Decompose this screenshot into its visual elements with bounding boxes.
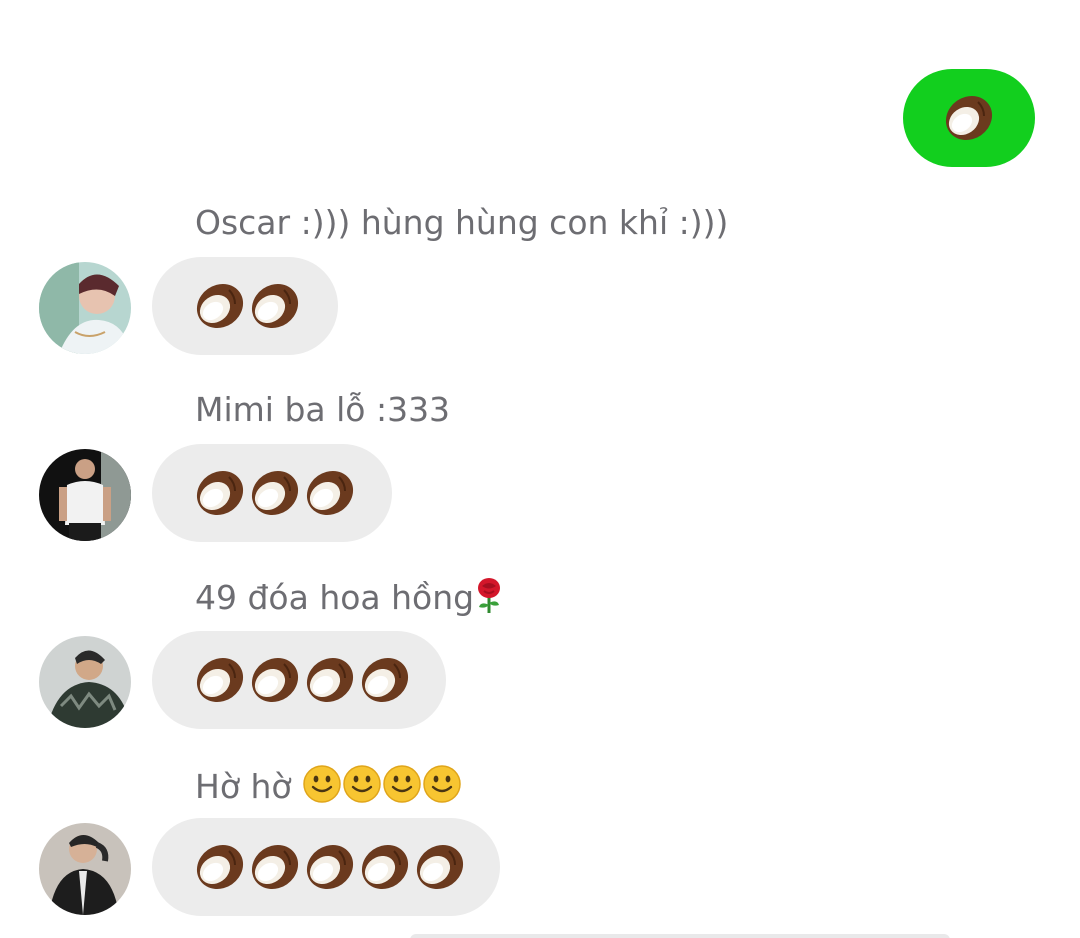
slightly-smiling-face-icon [342,764,382,813]
coconut-icon [358,656,410,704]
sent-message-bubble[interactable] [903,69,1035,167]
sender-avatar[interactable] [39,262,131,354]
slightly-smiling-face-icon [302,764,342,813]
received-message-bubble[interactable] [152,444,392,542]
coconut-icon [303,656,355,704]
received-message-bubble[interactable] [152,818,500,916]
next-message-bubble-edge [410,934,950,938]
avatar-photo-icon [39,823,131,915]
avatar-photo-icon [39,449,131,541]
sender-name: 49 đóa hoa hồng [195,578,475,617]
sender-name: Oscar :))) hùng hùng con khỉ :))) [195,203,729,242]
coconut-icon [358,843,410,891]
coconut-icon [303,843,355,891]
sender-name: Mimi ba lỗ :333 [195,390,451,429]
coconut-icon [942,94,994,142]
rose-icon [474,577,504,624]
coconut-icon [193,469,245,517]
sender-name-row: Hờ hờ [195,764,462,813]
slightly-smiling-face-icon [382,764,422,813]
coconut-icon [248,843,300,891]
sender-name: Hờ hờ [195,767,303,806]
avatar-photo-icon [39,636,131,728]
sender-name-row: 49 đóa hoa hồng [195,577,504,624]
coconut-icon [248,469,300,517]
coconut-icon [413,843,465,891]
avatar-photo-icon [39,262,131,354]
coconut-icon [303,469,355,517]
coconut-icon [193,656,245,704]
sender-avatar[interactable] [39,636,131,728]
received-message-bubble[interactable] [152,631,446,729]
sender-avatar[interactable] [39,823,131,915]
chat-thread: Oscar :))) hùng hùng con khỉ :))) Mimi b… [0,0,1080,938]
sender-avatar[interactable] [39,449,131,541]
coconut-icon [248,282,300,330]
coconut-icon [248,656,300,704]
coconut-icon [193,282,245,330]
slightly-smiling-face-icon [422,764,462,813]
received-message-bubble[interactable] [152,257,338,355]
coconut-icon [193,843,245,891]
